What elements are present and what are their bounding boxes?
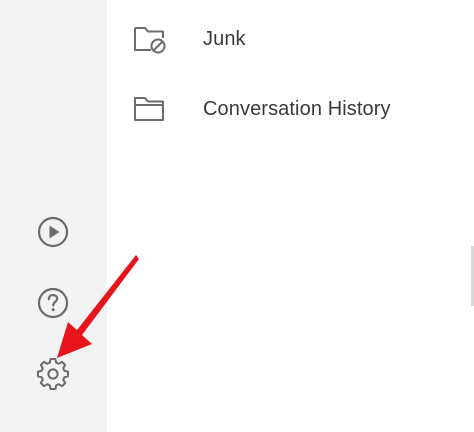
folder-icon bbox=[133, 94, 167, 124]
folder-label-conversation-history: Conversation History bbox=[203, 97, 391, 120]
help-button[interactable] bbox=[33, 283, 73, 323]
folder-label-junk: Junk bbox=[203, 27, 246, 50]
junk-folder-icon bbox=[133, 24, 167, 54]
play-button[interactable] bbox=[33, 212, 73, 252]
folder-item-junk[interactable]: Junk bbox=[107, 9, 474, 69]
help-icon bbox=[37, 287, 69, 319]
folder-item-conversation-history[interactable]: Conversation History bbox=[107, 79, 474, 139]
left-rail bbox=[0, 0, 107, 432]
gear-icon bbox=[37, 358, 69, 390]
app-window: Junk Conversation History bbox=[0, 0, 474, 432]
settings-button[interactable] bbox=[33, 354, 73, 394]
play-icon bbox=[37, 216, 69, 248]
